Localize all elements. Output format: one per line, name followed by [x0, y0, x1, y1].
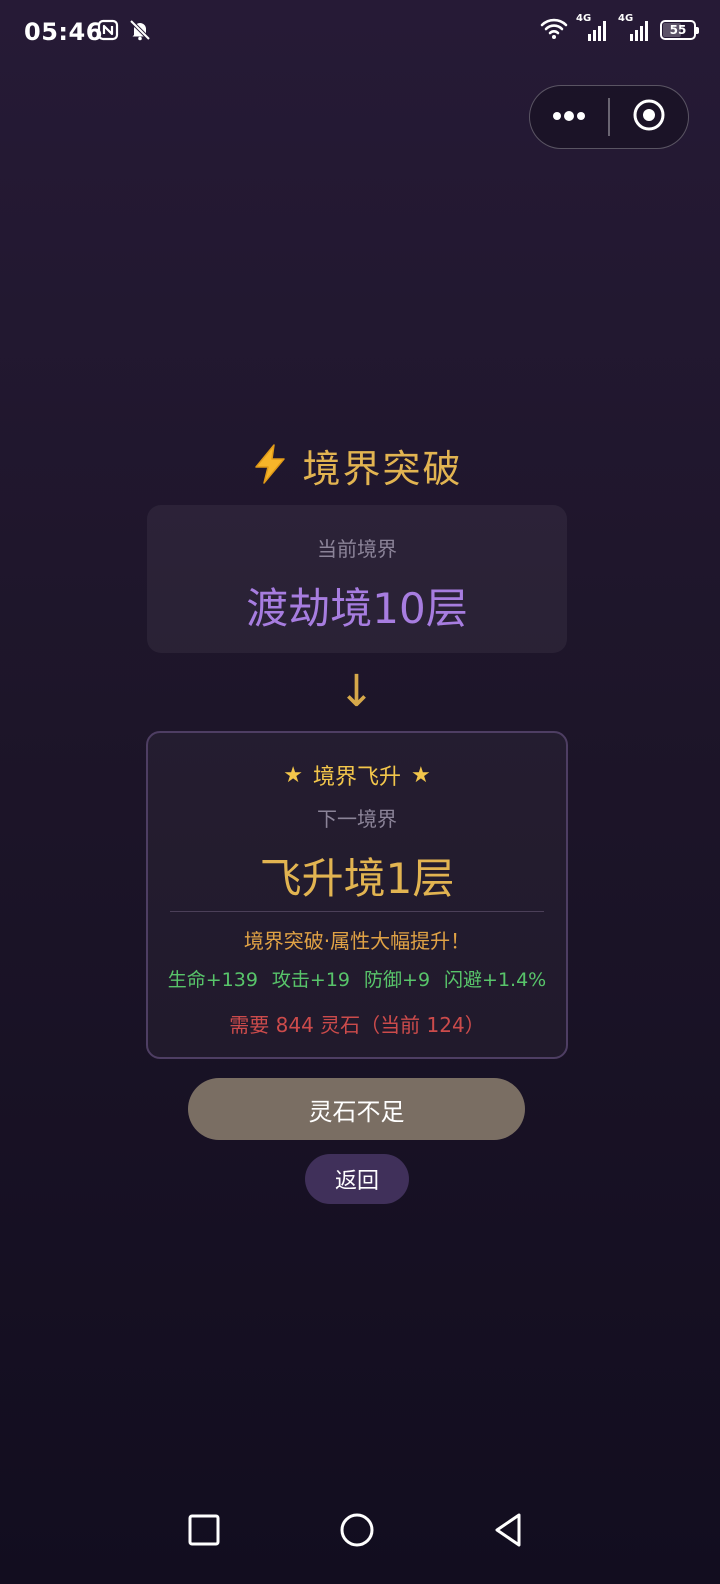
- stat-bonus-defense: 防御+9: [364, 969, 431, 991]
- back-button[interactable]: 返回: [305, 1154, 409, 1204]
- current-realm-label: 当前境界: [317, 537, 397, 561]
- status-right-icons: 4G 4G 55: [540, 13, 699, 44]
- home-button[interactable]: [333, 1508, 381, 1556]
- next-realm-label: 下一境界: [317, 807, 397, 831]
- star-icon: ★: [283, 762, 303, 788]
- next-realm-card: ★ 境界飞升 ★ 下一境界 飞升境1层 境界突破·属性大幅提升！ 生命+139 …: [146, 731, 568, 1059]
- triangle-back-icon: [491, 1512, 525, 1552]
- square-recent-apps-icon: [187, 1513, 221, 1551]
- ascend-title: 境界飞升: [312, 765, 401, 790]
- lightning-icon: [250, 443, 290, 489]
- bell-muted-icon: [128, 18, 152, 46]
- battery-icon: 55: [660, 20, 699, 40]
- more-dots-icon: [549, 108, 589, 127]
- wifi-icon: [540, 16, 568, 44]
- recent-apps-button[interactable]: [180, 1508, 228, 1556]
- next-realm-value: 飞升境1层: [259, 854, 455, 903]
- status-time: 05:46: [24, 18, 103, 46]
- battery-level: 55: [669, 23, 687, 37]
- page-title: 境界突破: [0, 438, 713, 493]
- signal-icon: 4G: [576, 13, 610, 43]
- current-realm-value: 渡劫境10层: [246, 584, 468, 633]
- system-back-button[interactable]: [484, 1508, 532, 1556]
- stat-bonus-dodge: 闪避+1.4%: [444, 969, 547, 991]
- circle-home-icon: [339, 1512, 375, 1552]
- boost-note: 境界突破·属性大幅提升！: [243, 929, 471, 953]
- more-button[interactable]: [530, 86, 608, 148]
- stat-bonus-hp: 生命+139: [167, 969, 258, 991]
- spirit-stone-cost: 需要 844 灵石（当前 124）: [229, 1013, 485, 1037]
- stat-bonus-attack: 攻击+19: [271, 969, 351, 991]
- breakthrough-button-disabled[interactable]: 灵石不足: [188, 1078, 525, 1140]
- miniprogram-capsule: [529, 85, 689, 149]
- ascend-banner: ★ 境界飞升 ★: [148, 759, 566, 791]
- signal-icon: 4G: [618, 13, 652, 43]
- system-navigation-bar: [0, 1494, 720, 1574]
- divider: [170, 911, 544, 912]
- nfc-icon: [96, 18, 120, 46]
- star-icon: ★: [411, 762, 431, 788]
- current-realm-card: 当前境界 渡劫境10层: [147, 505, 567, 653]
- stat-bonus-list: 生命+139 攻击+19 防御+9 闪避+1.4%: [148, 965, 566, 992]
- status-left-icons: [96, 18, 152, 46]
- arrow-down-icon: ↓: [338, 666, 375, 717]
- target-circle-icon: [632, 98, 666, 136]
- status-bar: 05:46 4G 4G 55: [0, 0, 720, 68]
- close-miniprogram-button[interactable]: [610, 86, 688, 148]
- title-text: 境界突破: [302, 447, 463, 491]
